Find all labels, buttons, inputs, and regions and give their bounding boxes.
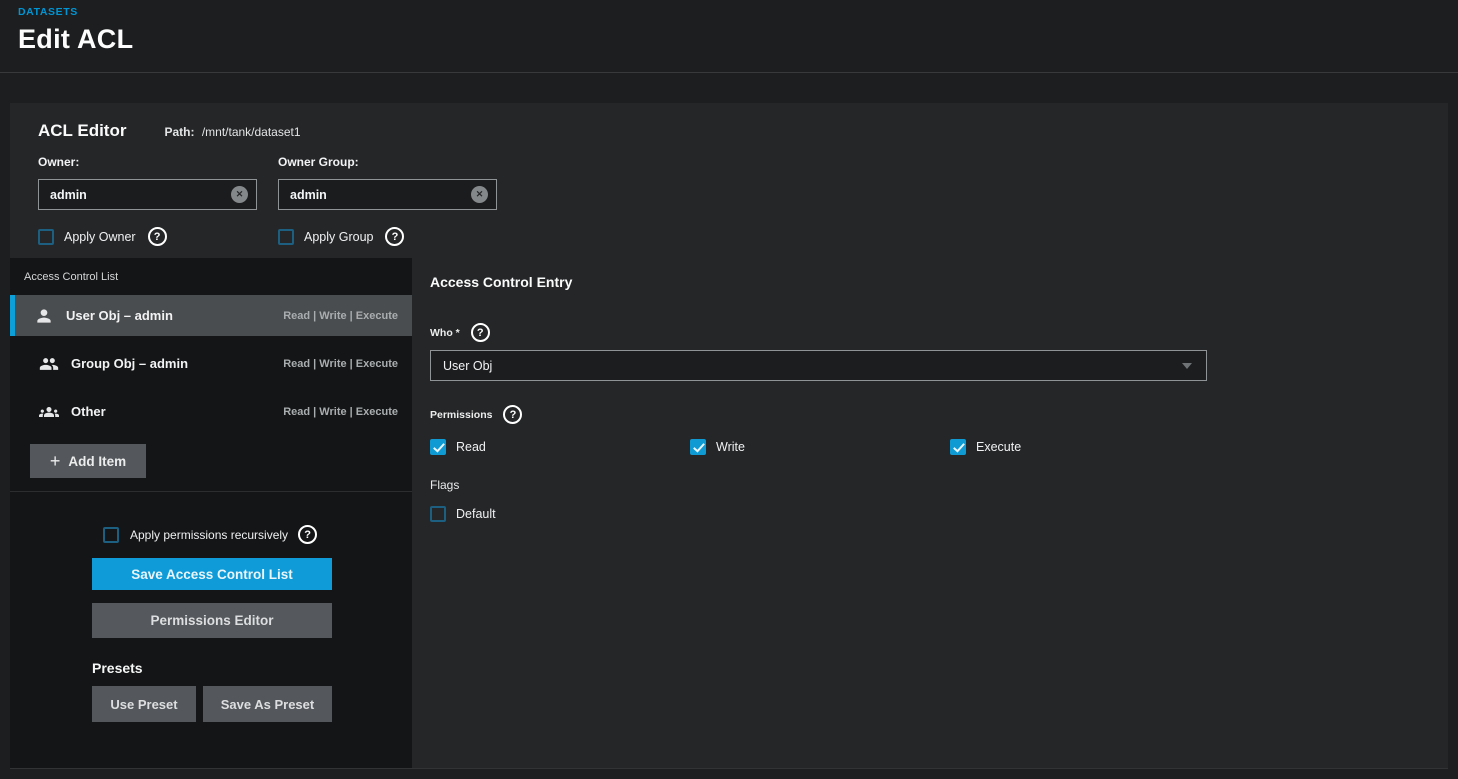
help-icon[interactable]: ? [503,405,522,424]
acl-row-permissions: Read | Write | Execute [283,310,398,322]
read-label: Read [456,440,486,454]
write-label: Write [716,440,745,454]
save-acl-button[interactable]: Save Access Control List [92,558,332,590]
edit-acl-page: DATASETS Edit ACL ACL Editor Path: /mnt/… [0,0,1458,779]
help-icon[interactable]: ? [298,525,317,544]
path-label: Path: [164,125,194,139]
execute-label: Execute [976,440,1021,454]
permission-execute: Execute [950,439,1210,455]
apply-recursively-label: Apply permissions recursively [130,528,288,542]
clear-icon[interactable]: ✕ [231,186,248,203]
apply-owner-checkbox[interactable] [38,229,54,245]
owner-label: Owner: [38,155,257,169]
dataset-path: Path: /mnt/tank/dataset1 [164,125,300,139]
owner-group-column: Owner Group: admin ✕ Apply Group ? [278,155,497,246]
acl-body: Access Control List User Obj – admin Rea… [10,258,1448,768]
owner-input-value: admin [50,188,231,202]
owner-column: Owner: admin ✕ Apply Owner ? [38,155,257,246]
apply-owner-label: Apply Owner [64,230,136,244]
permissions-label-row: Permissions ? [430,405,1448,424]
help-icon[interactable]: ? [385,227,404,246]
use-preset-button[interactable]: Use Preset [92,686,196,722]
permissions-editor-button[interactable]: Permissions Editor [92,603,332,638]
flags-checkboxes: Default [430,506,1448,522]
owner-group-input-value: admin [290,188,471,202]
apply-recursively-row: Apply permissions recursively ? [103,525,412,544]
apply-group-label: Apply Group [304,230,373,244]
add-item-button[interactable]: + Add Item [30,444,146,478]
default-checkbox[interactable] [430,506,446,522]
acl-rows: User Obj – admin Read | Write | Execute … [10,295,412,432]
acl-editor-title: ACL Editor [38,121,126,141]
acl-row-permissions: Read | Write | Execute [283,358,398,370]
add-item-label: Add Item [68,454,126,469]
user-icon [34,306,54,326]
help-icon[interactable]: ? [148,227,167,246]
execute-checkbox[interactable] [950,439,966,455]
default-label: Default [456,507,496,521]
write-checkbox[interactable] [690,439,706,455]
path-value: /mnt/tank/dataset1 [202,125,301,139]
help-icon[interactable]: ? [471,323,490,342]
chevron-down-icon [1182,363,1192,369]
owner-group-input[interactable]: admin ✕ [278,179,497,210]
acl-row-permissions: Read | Write | Execute [283,406,398,418]
acl-editor-card: ACL Editor Path: /mnt/tank/dataset1 Owne… [10,103,1448,769]
acl-actions: Apply permissions recursively ? Save Acc… [10,492,412,722]
who-label-row: Who * ? [430,323,1448,342]
access-control-entry-panel: Access Control Entry Who * ? User Obj Pe… [412,258,1448,768]
acl-row-label: Group Obj – admin [71,356,188,371]
access-control-list-panel: Access Control List User Obj – admin Rea… [10,258,412,768]
permissions-label: Permissions [430,409,492,421]
apply-owner-row: Apply Owner ? [38,227,257,246]
who-select-value: User Obj [443,359,1182,373]
who-label: Who * [430,327,460,339]
permission-write: Write [690,439,950,455]
permission-read: Read [430,439,690,455]
group-icon [39,354,59,374]
breadcrumb[interactable]: DATASETS [18,6,1458,18]
apply-recursively-checkbox[interactable] [103,527,119,543]
owner-columns: Owner: admin ✕ Apply Owner ? Owner Group… [38,155,1448,246]
acl-editor-heading: ACL Editor Path: /mnt/tank/dataset1 [38,121,1448,141]
page-title: Edit ACL [18,24,1458,55]
presets-label: Presets [92,660,412,676]
preset-buttons: Use Preset Save As Preset [92,686,412,722]
acl-row-label: Other [71,404,106,419]
who-select[interactable]: User Obj [430,350,1207,381]
acl-row-other[interactable]: Other Read | Write | Execute [10,391,412,432]
acl-editor-section: ACL Editor Path: /mnt/tank/dataset1 Owne… [10,103,1448,258]
clear-icon[interactable]: ✕ [471,186,488,203]
others-icon [39,402,59,422]
flags-label: Flags [430,478,1448,492]
flag-default: Default [430,506,690,522]
acl-row-group-obj[interactable]: Group Obj – admin Read | Write | Execute [10,343,412,384]
owner-input[interactable]: admin ✕ [38,179,257,210]
read-checkbox[interactable] [430,439,446,455]
apply-group-row: Apply Group ? [278,227,497,246]
plus-icon: + [50,452,61,470]
ace-title: Access Control Entry [430,274,1448,290]
acl-row-label: User Obj – admin [66,308,173,323]
permissions-checkboxes: Read Write Execute [430,439,1448,455]
owner-group-label: Owner Group: [278,155,497,169]
page-header: DATASETS Edit ACL [0,0,1458,73]
save-as-preset-button[interactable]: Save As Preset [203,686,332,722]
apply-group-checkbox[interactable] [278,229,294,245]
acl-row-user-obj[interactable]: User Obj – admin Read | Write | Execute [10,295,412,336]
acl-list-header: Access Control List [10,271,412,283]
